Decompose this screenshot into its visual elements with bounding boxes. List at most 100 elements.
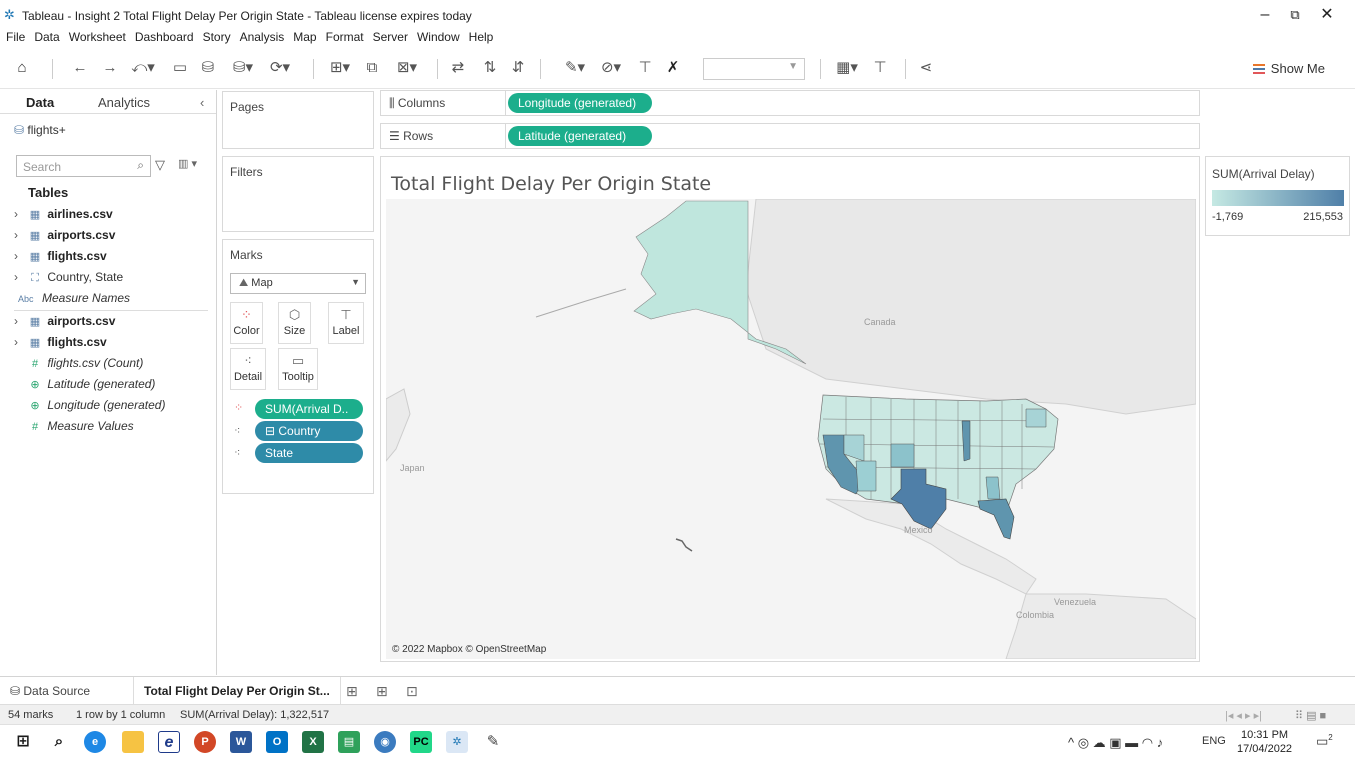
- field-measure-names[interactable]: Abc Measure Names: [14, 288, 130, 308]
- chrome-icon[interactable]: ◉: [374, 731, 396, 753]
- color-button[interactable]: ⁘ Color: [230, 302, 263, 344]
- file-explorer-icon[interactable]: [122, 731, 144, 753]
- minimize-button[interactable]: –: [1250, 4, 1280, 26]
- pill-longitude[interactable]: Longitude (generated): [508, 93, 652, 113]
- menu-server[interactable]: Server: [373, 30, 408, 44]
- field-latitude-generated[interactable]: ⊕ Latitude (generated): [14, 374, 155, 394]
- menu-help[interactable]: Help: [469, 30, 494, 44]
- pycharm-icon[interactable]: PC: [410, 731, 432, 753]
- show-labels-icon[interactable]: ⊤: [635, 57, 655, 79]
- show-me-button[interactable]: Show Me: [1252, 61, 1325, 76]
- field-airports-csv-measures[interactable]: › ▦ airports.csv: [14, 311, 115, 331]
- columns-shelf[interactable]: ⫼ Columns Longitude (generated): [380, 90, 1200, 116]
- language-indicator[interactable]: ENG: [1202, 735, 1226, 747]
- tab-analytics[interactable]: Analytics: [98, 95, 150, 110]
- sort-ascending-icon[interactable]: ⇅: [480, 57, 500, 79]
- menu-window[interactable]: Window: [417, 30, 460, 44]
- forward-icon[interactable]: →: [100, 57, 120, 79]
- pill-latitude[interactable]: Latitude (generated): [508, 126, 652, 146]
- field-measure-values[interactable]: # Measure Values: [14, 416, 134, 436]
- project-icon[interactable]: ▤: [338, 731, 360, 753]
- new-story-icon[interactable]: ⊡: [406, 683, 418, 700]
- new-dashboard-icon[interactable]: ⊞: [376, 683, 388, 700]
- refresh-icon[interactable]: ⟳▾: [265, 57, 295, 79]
- view-options-icon[interactable]: ▥ ▾: [178, 157, 197, 170]
- field-country-state[interactable]: › ⛶ Country, State: [14, 267, 123, 287]
- datasource-item[interactable]: ⛁ flights+: [14, 123, 66, 137]
- fix-axes-icon[interactable]: ✗: [663, 57, 683, 79]
- sort-descending-icon[interactable]: ⇵: [508, 57, 528, 79]
- columns-drop-area[interactable]: Longitude (generated): [505, 91, 1200, 115]
- menu-dashboard[interactable]: Dashboard: [135, 30, 194, 44]
- field-longitude-generated[interactable]: ⊕ Longitude (generated): [14, 395, 165, 415]
- undo-icon[interactable]: ⤺▾: [128, 57, 158, 79]
- menu-map[interactable]: Map: [293, 30, 316, 44]
- menu-format[interactable]: Format: [326, 30, 364, 44]
- view-mode-icons[interactable]: ⠿ ▤ ■: [1295, 709, 1326, 722]
- collapse-pane-button[interactable]: ‹: [200, 95, 204, 110]
- highlight-icon[interactable]: ✎▾: [560, 57, 590, 79]
- field-airports-csv[interactable]: › ▦ airports.csv: [14, 225, 115, 245]
- sheet-tab-active[interactable]: Total Flight Delay Per Origin St...: [133, 677, 341, 705]
- tooltip-button[interactable]: ▭ Tooltip: [278, 348, 318, 390]
- pages-card[interactable]: Pages: [222, 91, 374, 149]
- save-icon[interactable]: ▭: [170, 57, 190, 79]
- tableau-taskbar-icon[interactable]: ✲: [446, 731, 468, 753]
- field-flights-count[interactable]: # flights.csv (Count): [14, 353, 143, 373]
- pill-country[interactable]: ⊟ Country: [255, 421, 363, 441]
- menu-file[interactable]: File: [6, 30, 25, 44]
- group-icon[interactable]: ⊘▾: [596, 57, 626, 79]
- pill-sum-arrival-delay[interactable]: SUM(Arrival D..: [255, 399, 363, 419]
- windows-start-icon[interactable]: ⊞: [12, 731, 34, 753]
- tab-data[interactable]: Data: [26, 95, 54, 110]
- powerpoint-icon[interactable]: P: [194, 731, 216, 753]
- close-button[interactable]: ✕: [1312, 4, 1342, 26]
- menu-data[interactable]: Data: [34, 30, 59, 44]
- label-button[interactable]: ⊤ Label: [328, 302, 364, 344]
- field-airlines-csv[interactable]: › ▦ airlines.csv: [14, 204, 113, 224]
- filters-card[interactable]: Filters: [222, 156, 374, 232]
- system-clock[interactable]: 10:31 PM 17/04/2022: [1237, 728, 1292, 756]
- back-icon[interactable]: ←: [70, 57, 90, 79]
- maximize-button[interactable]: ⧉: [1280, 4, 1310, 26]
- home-icon[interactable]: ⌂: [12, 57, 32, 79]
- rows-shelf[interactable]: ☰ Rows Latitude (generated): [380, 123, 1200, 149]
- excel-icon[interactable]: X: [302, 731, 324, 753]
- notification-icon[interactable]: ▭2: [1316, 733, 1333, 749]
- tray-icons[interactable]: ^ ◎ ☁ ▣ ▬ ◠ ♪: [1068, 735, 1163, 751]
- color-legend[interactable]: SUM(Arrival Delay) -1,769 215,553: [1205, 156, 1350, 236]
- status-marks: 54 marks: [8, 709, 54, 721]
- ie-icon[interactable]: e: [158, 731, 180, 753]
- fit-dropdown[interactable]: ▼: [703, 58, 805, 80]
- outlook-icon[interactable]: O: [266, 731, 288, 753]
- new-worksheet-icon[interactable]: ⊞: [346, 683, 358, 700]
- swap-icon[interactable]: ⇄: [448, 57, 468, 79]
- new-datasource-icon[interactable]: ⛁: [198, 57, 218, 79]
- field-flights-csv[interactable]: › ▦ flights.csv: [14, 246, 107, 266]
- presentation-icon[interactable]: ⊤: [870, 57, 890, 79]
- rows-drop-area[interactable]: Latitude (generated): [505, 124, 1200, 148]
- pause-updates-icon[interactable]: ⛁▾: [228, 57, 258, 79]
- share-icon[interactable]: ⋖: [916, 57, 936, 79]
- search-input[interactable]: Search ⌕: [16, 155, 151, 177]
- mark-type-dropdown[interactable]: ⛰ Map ▼: [230, 273, 366, 294]
- pill-state[interactable]: State: [255, 443, 363, 463]
- detail-button[interactable]: ⁖ Detail: [230, 348, 266, 390]
- paint-icon[interactable]: ✎: [482, 731, 504, 753]
- clear-sheet-icon[interactable]: ⊠▾: [392, 57, 422, 79]
- duplicate-sheet-icon[interactable]: ⧉: [362, 57, 382, 79]
- menu-worksheet[interactable]: Worksheet: [69, 30, 126, 44]
- word-icon[interactable]: W: [230, 731, 252, 753]
- size-button[interactable]: ⬡ Size: [278, 302, 311, 344]
- new-sheet-icon[interactable]: ⊞▾: [325, 57, 355, 79]
- filter-icon[interactable]: ▽: [155, 157, 165, 173]
- edge-icon[interactable]: e: [84, 731, 106, 753]
- menu-story[interactable]: Story: [203, 30, 231, 44]
- field-flights-csv-measures[interactable]: › ▦ flights.csv: [14, 332, 107, 352]
- search-icon[interactable]: ⌕: [48, 731, 70, 753]
- show-cards-icon[interactable]: ▦▾: [832, 57, 862, 79]
- menu-analysis[interactable]: Analysis: [240, 30, 285, 44]
- map-view[interactable]: Canada Japan Mexico Venezuela Colombia ©…: [386, 199, 1196, 659]
- sheet-nav-icons[interactable]: |◂ ◂ ▸ ▸|: [1225, 709, 1262, 722]
- data-source-tab[interactable]: ⛁ Data Source: [10, 684, 90, 698]
